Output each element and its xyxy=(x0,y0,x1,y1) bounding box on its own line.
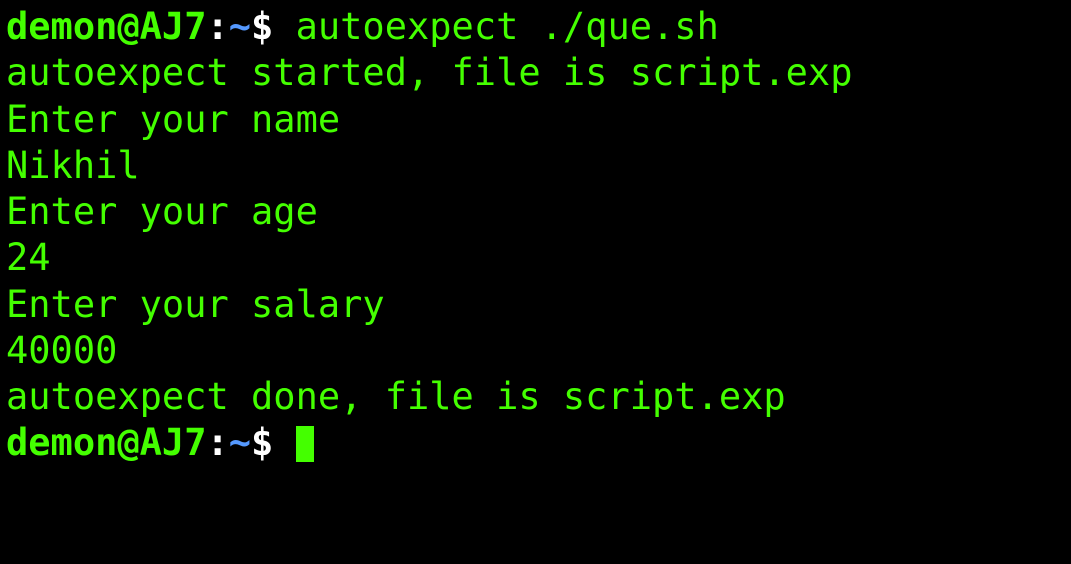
output-line: autoexpect started, file is script.exp xyxy=(6,50,1065,96)
output-line: autoexpect done, file is script.exp xyxy=(6,374,1065,420)
prompt-path: ~ xyxy=(229,5,251,48)
prompt-dollar: $ xyxy=(251,5,296,48)
output-line: 40000 xyxy=(6,328,1065,374)
output-line: Enter your name xyxy=(6,97,1065,143)
output-line: 24 xyxy=(6,235,1065,281)
output-line: Nikhil xyxy=(6,143,1065,189)
prompt-colon: : xyxy=(206,5,228,48)
prompt-user-host: demon@AJ7 xyxy=(6,5,206,48)
output-line: Enter your age xyxy=(6,189,1065,235)
prompt-line-2[interactable]: demon@AJ7:~$ xyxy=(6,420,1065,466)
prompt-path: ~ xyxy=(229,421,251,464)
command-text: autoexpect ./que.sh xyxy=(296,5,719,48)
prompt-user-host: demon@AJ7 xyxy=(6,421,206,464)
output-line: Enter your salary xyxy=(6,282,1065,328)
prompt-colon: : xyxy=(206,421,228,464)
prompt-line-1: demon@AJ7:~$ autoexpect ./que.sh xyxy=(6,4,1065,50)
cursor-block xyxy=(296,426,314,462)
prompt-dollar: $ xyxy=(251,421,296,464)
terminal-window[interactable]: demon@AJ7:~$ autoexpect ./que.sh autoexp… xyxy=(6,4,1065,467)
